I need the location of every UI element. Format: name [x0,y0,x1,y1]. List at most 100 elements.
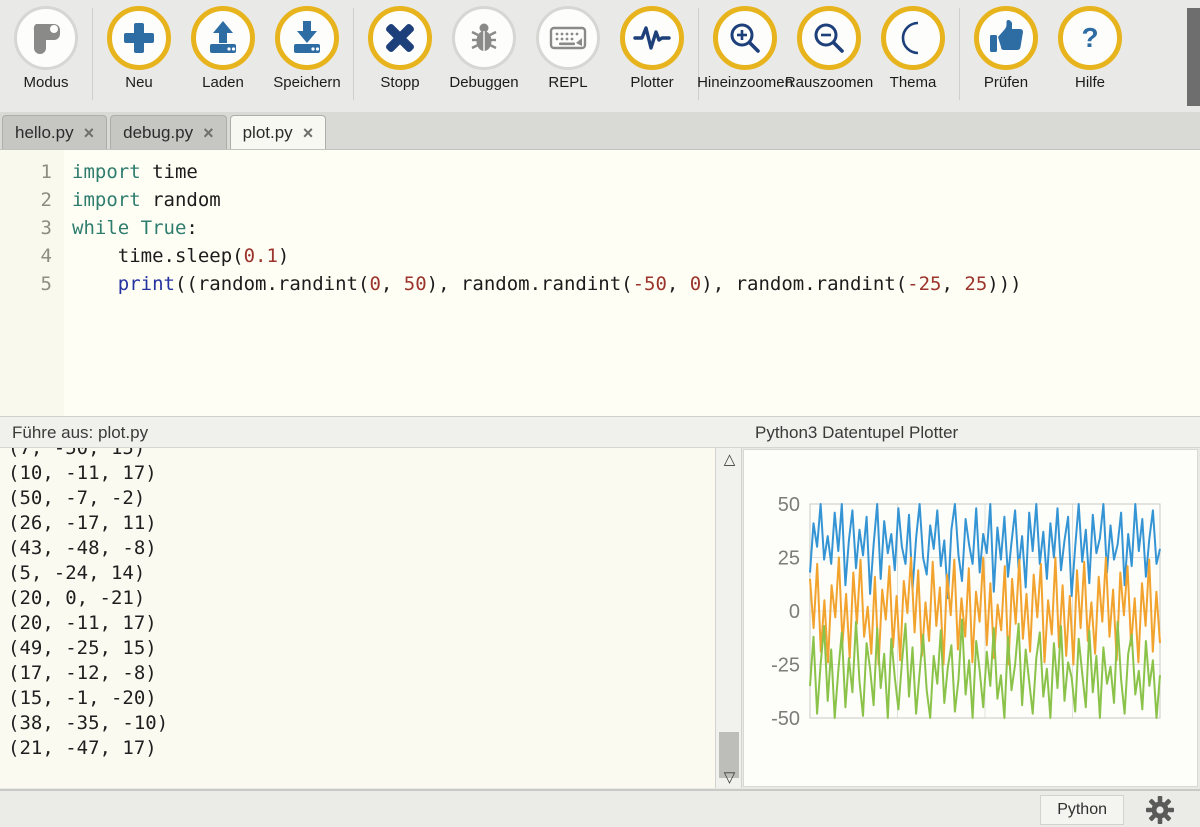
line-number: 3 [0,214,52,242]
hilfe-button[interactable]: ?Hilfe [1048,6,1132,91]
svg-text:-50: -50 [771,708,800,730]
output-tuple-line: (20, 0, -21) [8,586,715,611]
line-chart: 50 25 0 -25 -50 [744,450,1197,786]
code-text: print((random.randint(0, 50), random.ran… [72,270,1022,298]
neu-button[interactable]: Neu [97,6,181,91]
load-icon [191,6,255,70]
code-line[interactable]: 2 import random [0,186,1200,214]
output-tuple-line: (17, -12, -8) [8,661,715,686]
line-number: 5 [0,270,52,298]
hineinzoomen-button[interactable]: Hineinzoomen [703,6,787,91]
tab-close-icon[interactable]: × [203,124,214,142]
toolbar-button-label: Hineinzoomen [697,74,793,91]
stop-icon [368,6,432,70]
toolbar-button-label: REPL [548,74,587,91]
code-text: import random [72,186,221,214]
check-icon [974,6,1038,70]
output-tuple-line: (7, -50, 15) [8,448,715,461]
modus-button[interactable]: Modus [4,6,88,91]
stopp-button[interactable]: Stopp [358,6,442,91]
code-line[interactable]: 4 time.sleep(0.1) [0,242,1200,270]
plotter-chart: 50 25 0 -25 -50 [743,449,1198,787]
tab-label: plot.py [243,123,293,143]
rauszoomen-button[interactable]: Rauszoomen [787,6,871,91]
status-bar: Python [0,789,1200,827]
help-icon: ? [1058,6,1122,70]
interpreter-label: Python [1057,801,1107,819]
plotter-button[interactable]: Plotter [610,6,694,91]
tab-label: hello.py [15,123,74,143]
zoom-out-icon [797,6,861,70]
tab-debug-py[interactable]: debug.py × [110,115,226,149]
new-icon [107,6,171,70]
code-text: import time [72,158,198,186]
debug-icon [452,6,516,70]
debuggen-button[interactable]: Debuggen [442,6,526,91]
toolbar-button-label: Stopp [380,74,419,91]
tab-hello-py[interactable]: hello.py × [2,115,107,149]
vertical-scrollbar-thumb[interactable] [1187,8,1200,106]
interpreter-button[interactable]: Python [1040,795,1124,825]
repl-icon [536,6,600,70]
toolbar-separator [353,8,354,100]
toolbar-button-label: Speichern [273,74,341,91]
line-number: 2 [0,186,52,214]
code-text: time.sleep(0.1) [72,242,289,270]
tab-label: debug.py [123,123,193,143]
output-tuple-line: (10, -11, 17) [8,461,715,486]
mode-icon [14,6,78,70]
theme-icon [881,6,945,70]
scroll-down-icon[interactable]: ▽ [716,768,743,786]
toolbar-button-label: Prüfen [984,74,1028,91]
code-line[interactable]: 1 import time [0,158,1200,186]
settings-button[interactable] [1134,793,1186,827]
svg-text:?: ? [1081,22,1098,53]
output-tuple-line: (21, -47, 17) [8,736,715,761]
toolbar-button-label: Modus [23,74,68,91]
line-number: 1 [0,158,52,186]
toolbar-button-label: Rauszoomen [785,74,873,91]
bottom-panel-headers: Führe aus: plot.py Python3 Datentupel Pl… [0,416,1200,448]
output-tuple-line: (26, -17, 11) [8,511,715,536]
editor-tab-bar: hello.py × debug.py × plot.py × [0,112,1200,150]
output-tuple-line: (15, -1, -20) [8,686,715,711]
code-text: while True: [72,214,198,242]
output-tuple-line: (5, -24, 14) [8,561,715,586]
code-line[interactable]: 3 while True: [0,214,1200,242]
plotter-title: Python3 Datentupel Plotter [755,423,958,443]
code-editor[interactable]: 1 import time 2 import random 3 while True:4 … [0,150,1200,416]
output-scrollbar[interactable]: △ ▽ [715,448,742,788]
toolbar-separator [92,8,93,100]
gear-icon [1145,795,1175,825]
toolbar-button-label: Debuggen [449,74,518,91]
plotter-icon [620,6,684,70]
toolbar-button-label: Plotter [630,74,673,91]
output-tuple-line: (49, -25, 15) [8,636,715,661]
toolbar-button-label: Thema [890,74,937,91]
output-tuple-line: (38, -35, -10) [8,711,715,736]
scroll-up-icon[interactable]: △ [716,450,743,468]
tab-close-icon[interactable]: × [303,124,314,142]
output-tuple-line: (43, -48, -8) [8,536,715,561]
output-tuple-line: (20, -11, 17) [8,611,715,636]
tab-plot-py[interactable]: plot.py × [230,115,327,149]
laden-button[interactable]: Laden [181,6,265,91]
shell-output-panel[interactable]: (7, -50, 15)(10, -11, 17)(50, -7, -2)(26… [0,448,715,788]
repl-button[interactable]: REPL [526,6,610,91]
code-line[interactable]: 5 print((random.randint(0, 50), random.r… [0,270,1200,298]
run-output-title: Führe aus: plot.py [12,423,148,443]
speichern-button[interactable]: Speichern [265,6,349,91]
svg-text:50: 50 [778,494,800,516]
toolbar-separator [959,8,960,100]
toolbar-button-label: Neu [125,74,153,91]
line-number: 4 [0,242,52,270]
svg-text:0: 0 [789,601,800,623]
toolbar-button-label: Laden [202,74,244,91]
save-icon [275,6,339,70]
thema-button[interactable]: Thema [871,6,955,91]
pr-fen-button[interactable]: Prüfen [964,6,1048,91]
svg-text:25: 25 [778,548,800,570]
output-tuple-line: (50, -7, -2) [8,486,715,511]
tab-close-icon[interactable]: × [84,124,95,142]
svg-text:-25: -25 [771,655,800,677]
